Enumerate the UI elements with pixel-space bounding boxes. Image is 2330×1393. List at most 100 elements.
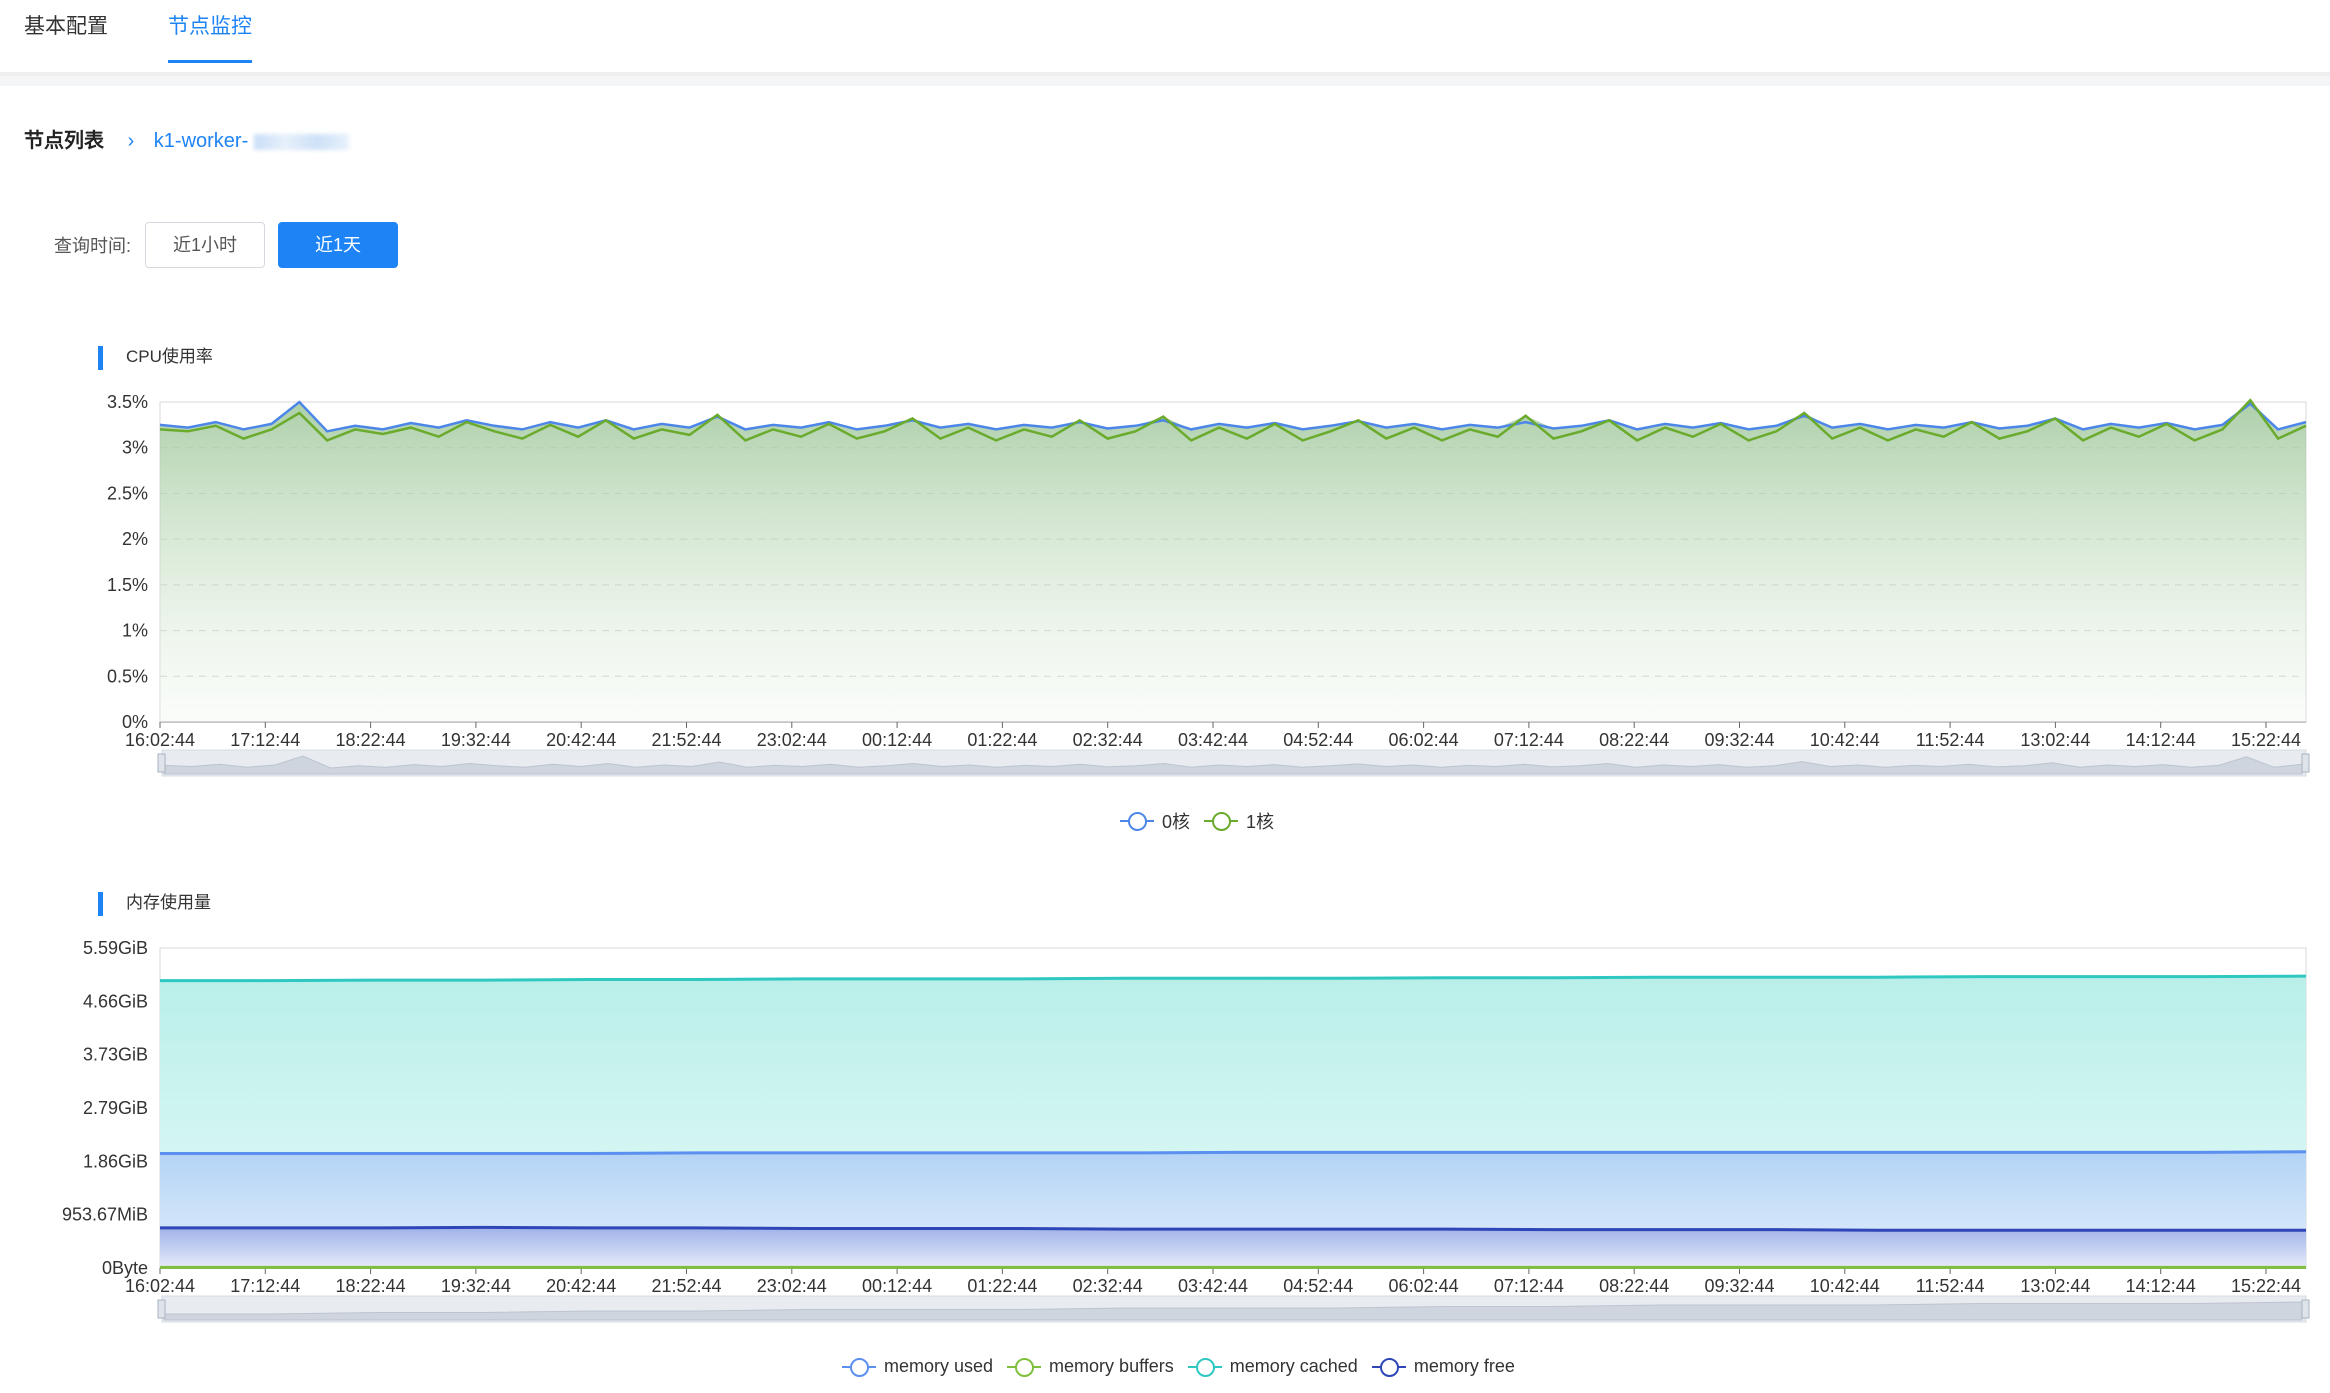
y-tick-label: 1% [122, 621, 148, 641]
legend-marker-memory-used [842, 1357, 876, 1377]
y-tick-label: 3.73GiB [83, 1045, 148, 1065]
x-tick-label: 04:52:44 [1283, 1276, 1353, 1296]
tab-node-monitor[interactable]: 节点监控 [168, 10, 252, 63]
y-tick-label: 1.86GiB [83, 1151, 148, 1171]
memory-legend: memory used memory buffers memory cached… [842, 1356, 1529, 1377]
x-tick-label: 16:02:44 [125, 730, 195, 750]
legend-marker-core1 [1204, 811, 1239, 831]
y-tick-label: 953.67MiB [62, 1205, 148, 1225]
x-tick-label: 23:02:44 [757, 1276, 827, 1296]
legend-marker-memory-cached [1187, 1357, 1222, 1377]
x-tick-label: 10:42:44 [1810, 1276, 1880, 1296]
y-tick-label: 3.5% [107, 392, 148, 412]
legend-label-memory-cached: memory cached [1229, 1356, 1358, 1376]
x-tick-label: 00:12:44 [862, 730, 932, 750]
x-tick-label: 21:52:44 [651, 730, 721, 750]
x-tick-label: 01:22:44 [967, 730, 1037, 750]
cpu-chart[interactable]: 0% 0.5% 1% 1.5% 2% 2.5% 3% 3.5% 16:02:44 17:12:4… [0, 380, 2330, 800]
x-tick-label: 07:12:44 [1494, 730, 1564, 750]
memory-chart[interactable]: 0Byte 953.67MiB 1.86GiB 2.79GiB 3.73GiB 4.66G… [0, 926, 2330, 1346]
x-tick-label: 21:52:44 [651, 1276, 721, 1296]
legend-item-core1[interactable]: 1核 [1204, 808, 1274, 834]
legend-marker-memory-buffers [1007, 1357, 1042, 1377]
cpu-legend: 0核 1核 [1120, 808, 1288, 834]
x-tick-label: 11:52:44 [1916, 1276, 1985, 1296]
x-tick-label: 20:42:44 [546, 1276, 616, 1296]
x-tick-label: 15:22:44 [2231, 1276, 2301, 1296]
x-tick-label: 15:22:44 [2231, 730, 2301, 750]
breadcrumb: 节点列表 › k1-worker- [24, 124, 349, 153]
tab-basic-config[interactable]: 基本配置 [24, 10, 108, 60]
x-tick-label: 02:32:44 [1073, 730, 1143, 750]
cpu-zoom-slider[interactable] [157, 749, 2310, 777]
y-tick-label: 0Byte [102, 1258, 148, 1278]
legend-item-memory-cached[interactable]: memory cached [1187, 1356, 1358, 1377]
x-tick-label: 02:32:44 [1073, 1276, 1143, 1296]
y-tick-label: 0% [122, 712, 148, 732]
y-tick-label: 5.59GiB [83, 938, 148, 958]
legend-item-memory-free[interactable]: memory free [1371, 1356, 1515, 1377]
legend-label-core0: 0核 [1162, 812, 1191, 832]
x-tick-label: 08:22:44 [1599, 1276, 1669, 1296]
query-time-bar: 查询时间: 近1小时 近1天 [54, 222, 411, 268]
x-tick-label: 06:02:44 [1389, 1276, 1459, 1296]
slider-handle-right[interactable] [2301, 753, 2310, 773]
x-tick-label: 01:22:44 [967, 1276, 1037, 1296]
legend-marker-memory-free [1371, 1357, 1406, 1377]
x-tick-label: 08:22:44 [1599, 730, 1669, 750]
x-tick-label: 00:12:44 [862, 1276, 932, 1296]
slider-handle-right[interactable] [2301, 1299, 2310, 1319]
legend-label-memory-buffers: memory buffers [1049, 1356, 1174, 1376]
redacted-node-name [253, 133, 349, 150]
query-time-label: 查询时间: [54, 236, 132, 256]
x-tick-label: 19:32:44 [441, 730, 511, 750]
chevron-right-icon: › [127, 130, 135, 152]
x-tick-label: 13:02:44 [2020, 730, 2090, 750]
x-tick-label: 10:42:44 [1810, 730, 1880, 750]
x-tick-label: 20:42:44 [546, 730, 616, 750]
breadcrumb-root[interactable]: 节点列表 [24, 130, 104, 152]
x-tick-label: 04:52:44 [1283, 730, 1353, 750]
series-line-memory-used [160, 1150, 2307, 1155]
slider-handle-left[interactable] [157, 753, 166, 773]
x-tick-label: 17:12:44 [230, 730, 300, 750]
x-tick-label: 09:32:44 [1704, 1276, 1774, 1296]
legend-label-core1: 1核 [1246, 812, 1275, 832]
x-tick-label: 23:02:44 [757, 730, 827, 750]
y-tick-label: 1.5% [107, 575, 148, 595]
x-tick-label: 18:22:44 [336, 730, 406, 750]
memory-zoom-slider[interactable] [157, 1295, 2310, 1323]
x-tick-label: 14:12:44 [2126, 730, 2196, 750]
x-tick-label: 13:02:44 [2020, 1276, 2090, 1296]
memory-chart-title: 内存使用量 [98, 892, 211, 916]
x-tick-label: 18:22:44 [336, 1276, 406, 1296]
x-tick-label: 06:02:44 [1389, 730, 1459, 750]
cpu-chart-title: CPU使用率 [98, 346, 213, 370]
y-tick-label: 0.5% [107, 666, 148, 686]
top-tabs: 基本配置 节点监控 [0, 0, 2330, 76]
x-tick-label: 03:42:44 [1178, 1276, 1248, 1296]
y-tick-label: 2.5% [107, 483, 148, 503]
section-divider [0, 76, 2330, 86]
x-tick-label: 14:12:44 [2126, 1276, 2196, 1296]
y-tick-label: 2% [122, 529, 148, 549]
x-tick-label: 09:32:44 [1704, 730, 1774, 750]
legend-marker-core0 [1120, 811, 1154, 831]
legend-label-memory-used: memory used [884, 1356, 994, 1376]
legend-item-core0[interactable]: 0核 [1120, 808, 1190, 834]
x-tick-label: 11:52:44 [1916, 730, 1985, 750]
range-1h-button[interactable]: 近1小时 [145, 222, 266, 268]
y-tick-label: 2.79GiB [83, 1098, 148, 1118]
cpu-area-fill [160, 400, 2306, 722]
legend-item-memory-buffers[interactable]: memory buffers [1007, 1356, 1174, 1377]
legend-item-memory-used[interactable]: memory used [842, 1356, 993, 1377]
x-tick-label: 03:42:44 [1178, 730, 1248, 750]
x-tick-label: 17:12:44 [230, 1276, 300, 1296]
area-memory-free [160, 1227, 2306, 1268]
x-tick-label: 19:32:44 [441, 1276, 511, 1296]
slider-handle-left[interactable] [157, 1299, 166, 1319]
range-1d-button[interactable]: 近1天 [278, 222, 399, 268]
legend-label-memory-free: memory free [1413, 1356, 1515, 1376]
y-tick-label: 3% [122, 438, 148, 458]
y-tick-label: 4.66GiB [83, 991, 148, 1011]
